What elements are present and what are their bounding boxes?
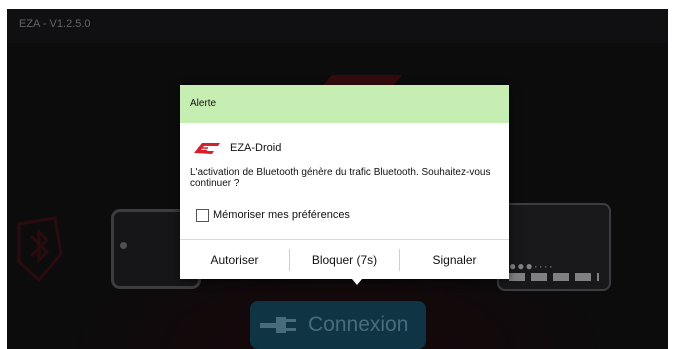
remember-preferences-label: Mémoriser mes préférences [213, 209, 350, 221]
bluetooth-alert-dialog: Alerte EZA-Droid L'activation de Bluetoo… [180, 85, 509, 279]
block-button[interactable]: Bloquer (7s) [290, 240, 399, 279]
dialog-header: Alerte [180, 85, 509, 123]
app-identity-row: EZA-Droid [192, 140, 281, 156]
dialog-pointer [352, 279, 362, 285]
report-button[interactable]: Signaler [400, 240, 509, 279]
remember-preferences-row[interactable]: Mémoriser mes préférences [196, 207, 350, 223]
remember-preferences-checkbox[interactable] [196, 208, 209, 222]
dialog-message: L'activation de Bluetooth génère du traf… [190, 167, 491, 189]
eza-app-logo-icon [194, 143, 220, 154]
allow-button[interactable]: Autoriser [180, 240, 289, 279]
app-window: EZA - V1.2.5.0 ●●●···· Connexion Alerte [7, 9, 668, 349]
dialog-title: Alerte [190, 98, 217, 109]
app-name: EZA-Droid [230, 142, 282, 154]
dialog-actions: Autoriser Bloquer (7s) Signaler [180, 240, 509, 279]
